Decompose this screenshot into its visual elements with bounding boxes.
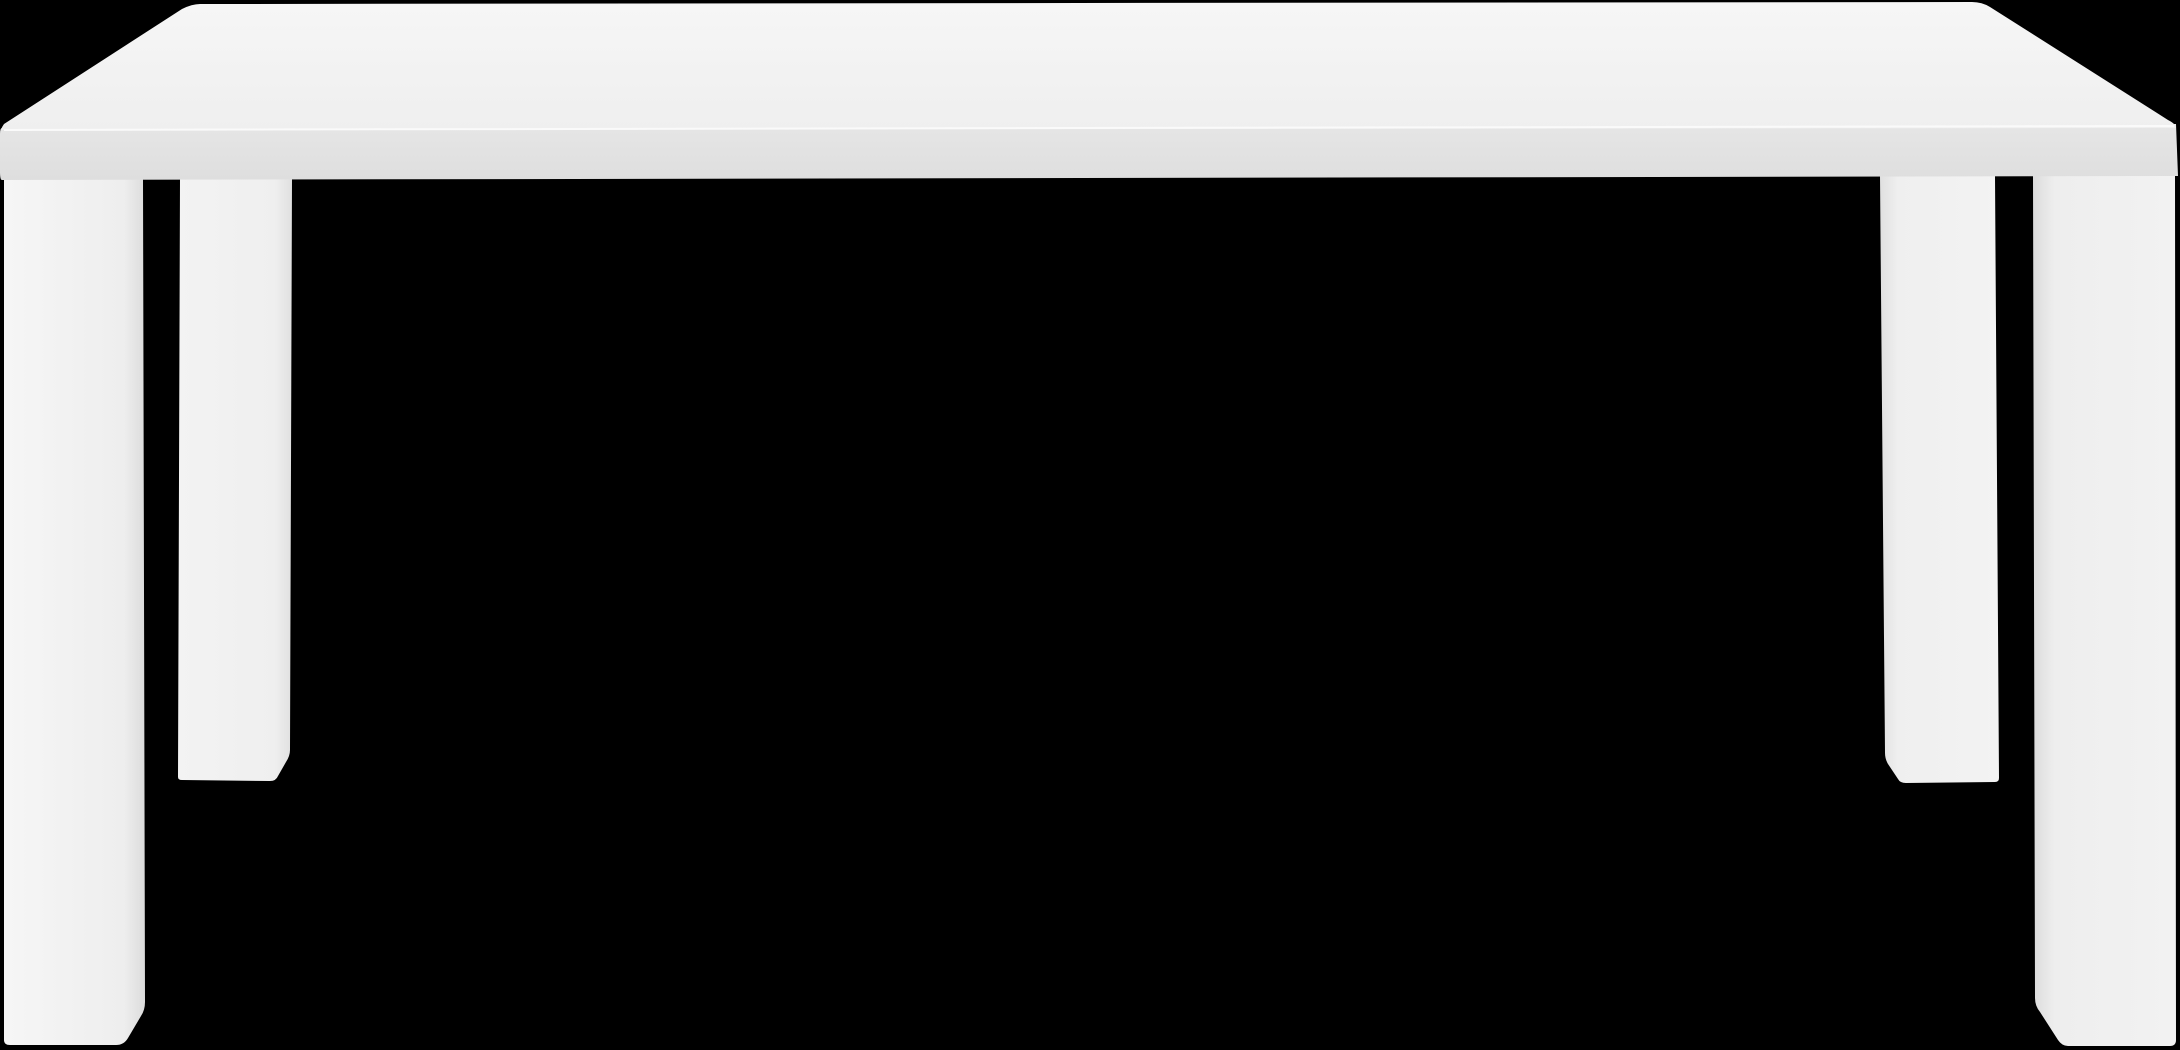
front-left-leg	[4, 178, 145, 1045]
front-right-leg	[2033, 176, 2176, 1046]
back-left-leg	[178, 178, 292, 781]
table-scene	[0, 0, 2180, 1050]
back-right-leg	[1880, 176, 1999, 783]
tabletop-edge	[0, 124, 2178, 180]
tabletop-surface	[1, 2, 2177, 130]
